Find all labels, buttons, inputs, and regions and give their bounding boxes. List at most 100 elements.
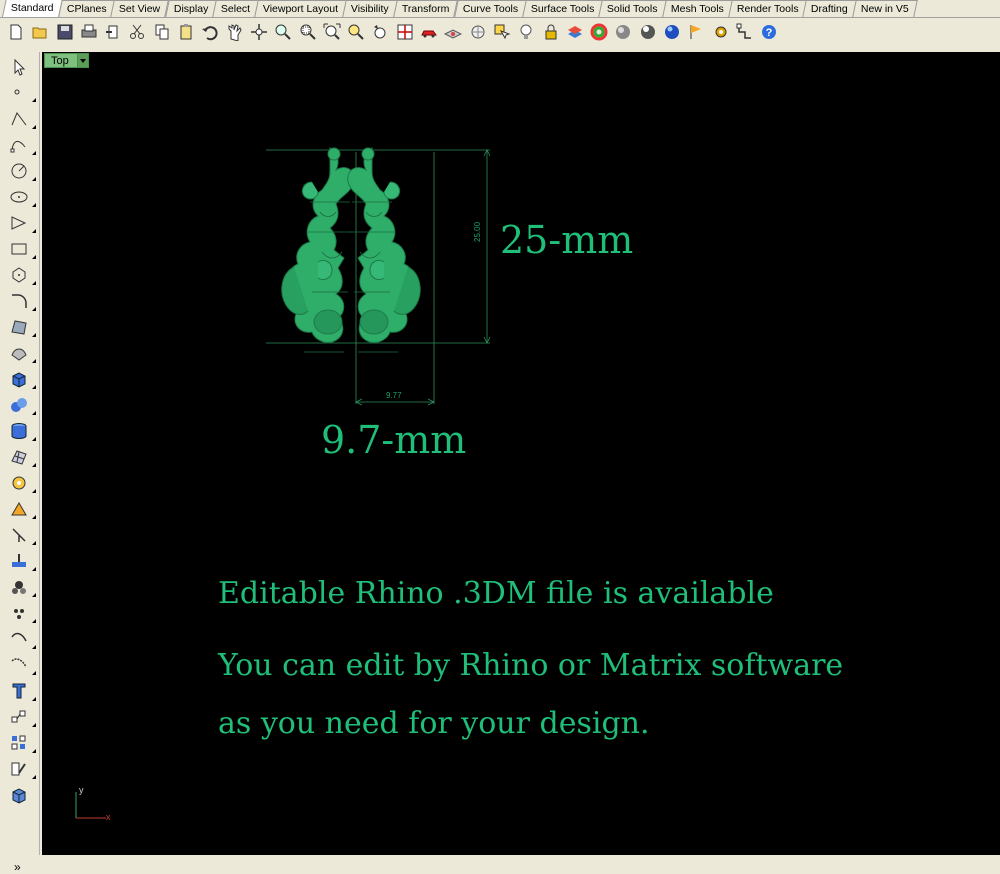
- tab-render-tools[interactable]: Render Tools: [727, 0, 808, 17]
- tab-surface-tools[interactable]: Surface Tools: [521, 0, 603, 17]
- undo-view-icon[interactable]: [370, 21, 390, 43]
- polyline-icon[interactable]: [8, 108, 36, 130]
- tab-label: Set View: [119, 3, 161, 15]
- tab-label: Standard: [10, 2, 54, 14]
- undo-icon[interactable]: [200, 21, 220, 43]
- left-ornament: [281, 147, 355, 343]
- print-icon[interactable]: [79, 21, 99, 43]
- surface-icon[interactable]: [8, 316, 36, 338]
- dimension-vertical-value: 25.00: [473, 221, 482, 242]
- tab-new-in-v5[interactable]: New in V5: [852, 0, 918, 17]
- info-line-1: Editable Rhino .3DM file is available: [218, 576, 774, 611]
- tab-label: Transform: [401, 3, 450, 15]
- dimension-icon[interactable]: [8, 628, 36, 650]
- analyze-icon[interactable]: [8, 732, 36, 754]
- select-arrow-icon[interactable]: [8, 56, 30, 78]
- tab-solid-tools[interactable]: Solid Tools: [598, 0, 667, 17]
- zoom-window-icon[interactable]: [298, 21, 318, 43]
- new-icon[interactable]: [6, 21, 26, 43]
- tab-label: Surface Tools: [530, 3, 595, 15]
- help-icon[interactable]: ?: [759, 21, 779, 43]
- info-line-2: You can edit by Rhino or Matrix software: [218, 648, 844, 683]
- box-icon[interactable]: [8, 368, 36, 390]
- circle-icon[interactable]: [8, 160, 36, 182]
- select-icon[interactable]: [492, 21, 512, 43]
- more-tools-chevron[interactable]: »: [14, 860, 21, 874]
- tab-drafting[interactable]: Drafting: [802, 0, 857, 17]
- explode-icon[interactable]: [8, 498, 36, 520]
- zoom-selected-icon[interactable]: [346, 21, 366, 43]
- lock-icon[interactable]: [541, 21, 561, 43]
- ellipse-icon[interactable]: [8, 186, 36, 208]
- tab-standard[interactable]: Standard: [1, 0, 63, 17]
- tab-visibility[interactable]: Visibility: [342, 0, 398, 17]
- tab-label: Solid Tools: [607, 3, 658, 15]
- copy-icon[interactable]: [152, 21, 172, 43]
- cplane-icon[interactable]: [468, 21, 488, 43]
- split-icon[interactable]: [8, 524, 36, 546]
- import-icon[interactable]: [103, 21, 123, 43]
- tab-curve-tools[interactable]: Curve Tools: [453, 0, 527, 17]
- fillet-icon[interactable]: [8, 290, 36, 312]
- boolean-icon[interactable]: [8, 550, 36, 572]
- tab-label: Curve Tools: [462, 3, 518, 15]
- flag-icon[interactable]: [686, 21, 706, 43]
- model-drawing: [266, 147, 491, 406]
- point-cloud-icon[interactable]: [8, 576, 36, 598]
- tab-label: CPlanes: [66, 3, 107, 15]
- group-icon[interactable]: [8, 680, 36, 702]
- shade-icon[interactable]: [613, 21, 633, 43]
- svg-text:?: ?: [766, 27, 773, 39]
- toolbar-tab-strip: Standard CPlanes Set View Display Select…: [0, 0, 1000, 18]
- standard-toolbar: ?: [0, 18, 1000, 46]
- cylinder-icon[interactable]: [8, 420, 36, 442]
- loft-icon[interactable]: [8, 342, 36, 364]
- tab-viewport-layout[interactable]: Viewport Layout: [254, 0, 348, 17]
- layer-icon[interactable]: [565, 21, 585, 43]
- point-icon[interactable]: [8, 81, 36, 103]
- paste-icon[interactable]: [176, 21, 196, 43]
- pan-icon[interactable]: [225, 21, 245, 43]
- tab-select[interactable]: Select: [212, 0, 260, 17]
- rotate-view-icon[interactable]: [249, 21, 269, 43]
- tab-display[interactable]: Display: [164, 0, 217, 17]
- render-icon[interactable]: [638, 21, 658, 43]
- tab-label: Mesh Tools: [670, 3, 724, 15]
- mesh-icon[interactable]: [8, 446, 36, 468]
- tab-set-view[interactable]: Set View: [110, 0, 170, 17]
- arc-icon[interactable]: [8, 212, 36, 234]
- curve-icon[interactable]: [8, 134, 36, 156]
- rectangle-icon[interactable]: [8, 238, 36, 260]
- zoom-dynamic-icon[interactable]: [273, 21, 293, 43]
- tab-mesh-tools[interactable]: Mesh Tools: [661, 0, 733, 17]
- top-viewport[interactable]: Top 25.00 9.77 25-mm 9.7-mm Editable Rhi…: [42, 52, 1000, 855]
- options-icon[interactable]: [711, 21, 731, 43]
- sphere-solid-icon[interactable]: [8, 394, 36, 416]
- text-icon[interactable]: [8, 654, 36, 676]
- cut-icon[interactable]: [127, 21, 147, 43]
- tab-label: Visibility: [351, 3, 389, 15]
- four-viewports-icon[interactable]: [395, 21, 415, 43]
- zoom-extents-icon[interactable]: [322, 21, 342, 43]
- transform-icon[interactable]: [8, 472, 36, 494]
- polygon-icon[interactable]: [8, 264, 36, 286]
- tab-label: Display: [173, 3, 208, 15]
- light-bulb-icon[interactable]: [516, 21, 536, 43]
- open-icon[interactable]: [30, 21, 50, 43]
- color-icon[interactable]: [589, 21, 609, 43]
- tab-label: Render Tools: [736, 3, 799, 15]
- curve-tools-icon[interactable]: [8, 602, 36, 624]
- tab-cplanes[interactable]: CPlanes: [57, 0, 116, 17]
- tab-transform[interactable]: Transform: [393, 0, 459, 17]
- axis-x-label: x: [106, 812, 111, 822]
- car-icon[interactable]: [419, 21, 439, 43]
- right-ornament: [347, 147, 421, 343]
- sphere-icon[interactable]: [662, 21, 682, 43]
- osnap-icon[interactable]: [735, 21, 755, 43]
- save-icon[interactable]: [55, 21, 75, 43]
- render-mesh-icon[interactable]: [8, 758, 36, 780]
- box-solid-icon[interactable]: [8, 784, 30, 806]
- named-cplane-icon[interactable]: [443, 21, 463, 43]
- block-icon[interactable]: [8, 706, 36, 728]
- main-side-toolbar: »: [0, 52, 40, 874]
